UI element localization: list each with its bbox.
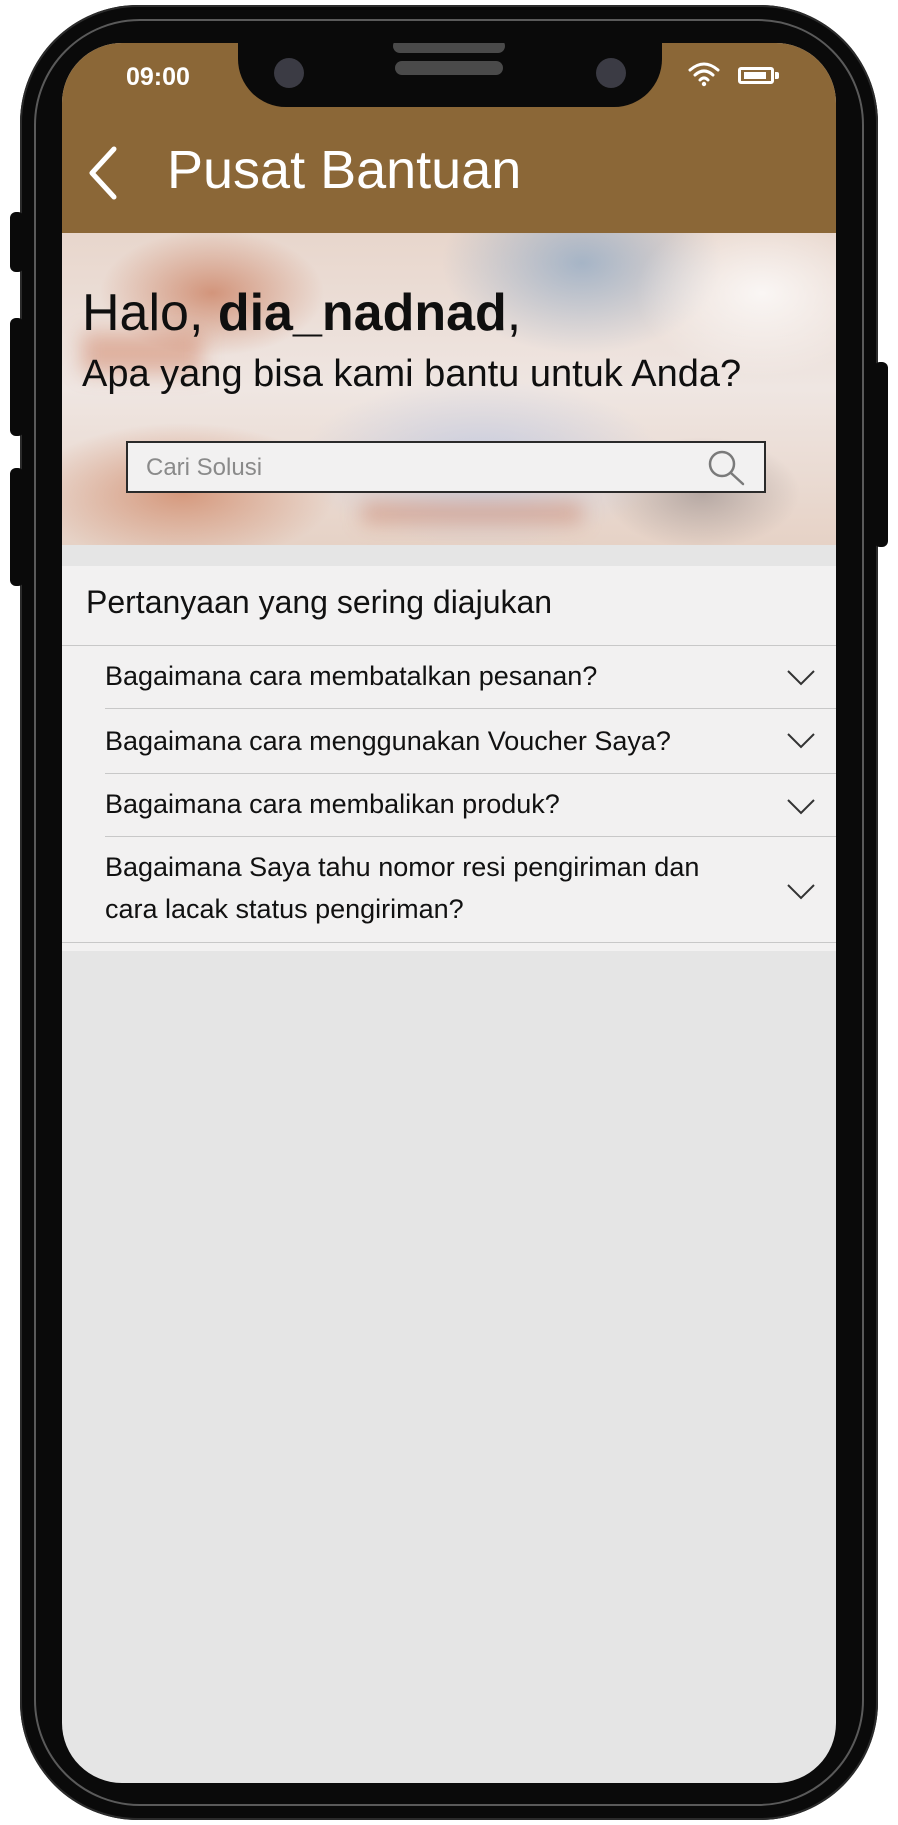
faq-question: Bagaimana cara membatalkan pesanan?: [105, 661, 598, 691]
volume-down-button: [10, 468, 24, 586]
hero-background-blur: [362, 503, 582, 523]
faq-item[interactable]: Bagaimana cara membatalkan pesanan?: [62, 646, 836, 708]
back-arrow-icon[interactable]: [84, 143, 124, 203]
volume-up-button: [10, 318, 24, 436]
username: dia_nadnad: [217, 284, 507, 342]
search-input[interactable]: [144, 443, 708, 493]
greeting-subtitle: Apa yang bisa kami bantu untuk Anda?: [82, 353, 742, 395]
faq-section: Pertanyaan yang sering diajukan Bagaiman…: [62, 566, 836, 951]
chevron-down-icon[interactable]: [786, 883, 816, 901]
hero-banner: Halo, dia_nadnad, Apa yang bisa kami ban…: [62, 233, 836, 545]
chevron-down-icon[interactable]: [786, 669, 816, 687]
battery-icon: [738, 67, 779, 84]
greeting-heading: Halo, dia_nadnad,: [82, 284, 522, 342]
wifi-icon: [688, 62, 720, 87]
chevron-down-icon[interactable]: [786, 732, 816, 750]
search-icon[interactable]: [706, 449, 746, 487]
camera-notch: [238, 43, 662, 107]
silent-switch: [10, 212, 24, 272]
faq-question: Bagaimana Saya tahu nomor resi pengirima…: [105, 852, 700, 924]
phone-screen: 09:00 Pusat Bantuan Halo, dia_nadnad, Ap…: [62, 43, 836, 1783]
power-button: [874, 362, 888, 547]
search-bar[interactable]: [126, 441, 766, 493]
speaker-grille: [393, 43, 505, 53]
faq-item[interactable]: Bagaimana Saya tahu nomor resi pengirima…: [62, 837, 836, 941]
faq-item[interactable]: Bagaimana cara menggunakan Voucher Saya?: [62, 709, 836, 773]
faq-item[interactable]: Bagaimana cara membalikan produk?: [62, 774, 836, 836]
speaker-grille: [395, 61, 503, 75]
chevron-down-icon[interactable]: [786, 798, 816, 816]
faq-question: Bagaimana cara menggunakan Voucher Saya?: [105, 726, 671, 756]
faq-question: Bagaimana cara membalikan produk?: [105, 789, 560, 819]
front-camera: [274, 58, 304, 88]
faq-title: Pertanyaan yang sering diajukan: [86, 584, 553, 620]
page-title: Pusat Bantuan: [167, 140, 522, 200]
divider: [62, 942, 836, 943]
front-sensor: [596, 58, 626, 88]
status-time: 09:00: [126, 63, 190, 91]
